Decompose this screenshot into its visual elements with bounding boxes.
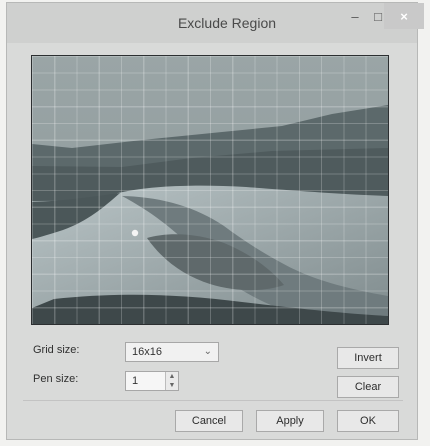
exclude-region-dialog: Exclude Region – □ × Grid size: 16x16 ⌄ … (6, 2, 424, 440)
ok-button[interactable]: OK (337, 410, 399, 432)
clear-button[interactable]: Clear (337, 376, 399, 398)
footer-divider (23, 400, 403, 401)
grid-size-select[interactable]: 16x16 ⌄ (125, 342, 219, 362)
apply-button[interactable]: Apply (256, 410, 324, 432)
spinner-arrows-icon[interactable]: ▲ ▼ (165, 372, 178, 390)
pen-size-stepper[interactable]: 1 ▲ ▼ (125, 371, 179, 391)
window-title: Exclude Region (177, 15, 277, 31)
region-preview-image[interactable] (31, 55, 389, 325)
grid-size-label: Grid size: (33, 344, 80, 356)
invert-button[interactable]: Invert (337, 347, 399, 369)
pen-size-value: 1 (132, 375, 139, 387)
grid-size-value: 16x16 (132, 346, 162, 358)
spinner-up-icon[interactable]: ▲ (169, 372, 176, 381)
cancel-button[interactable]: Cancel (175, 410, 243, 432)
close-button[interactable]: × (384, 3, 424, 29)
chevron-down-icon: ⌄ (203, 346, 212, 357)
pen-size-label: Pen size: (33, 373, 79, 385)
title-bar[interactable]: Exclude Region – □ × (7, 3, 424, 43)
landscape-photo (32, 56, 388, 324)
spinner-down-icon[interactable]: ▼ (169, 381, 176, 390)
